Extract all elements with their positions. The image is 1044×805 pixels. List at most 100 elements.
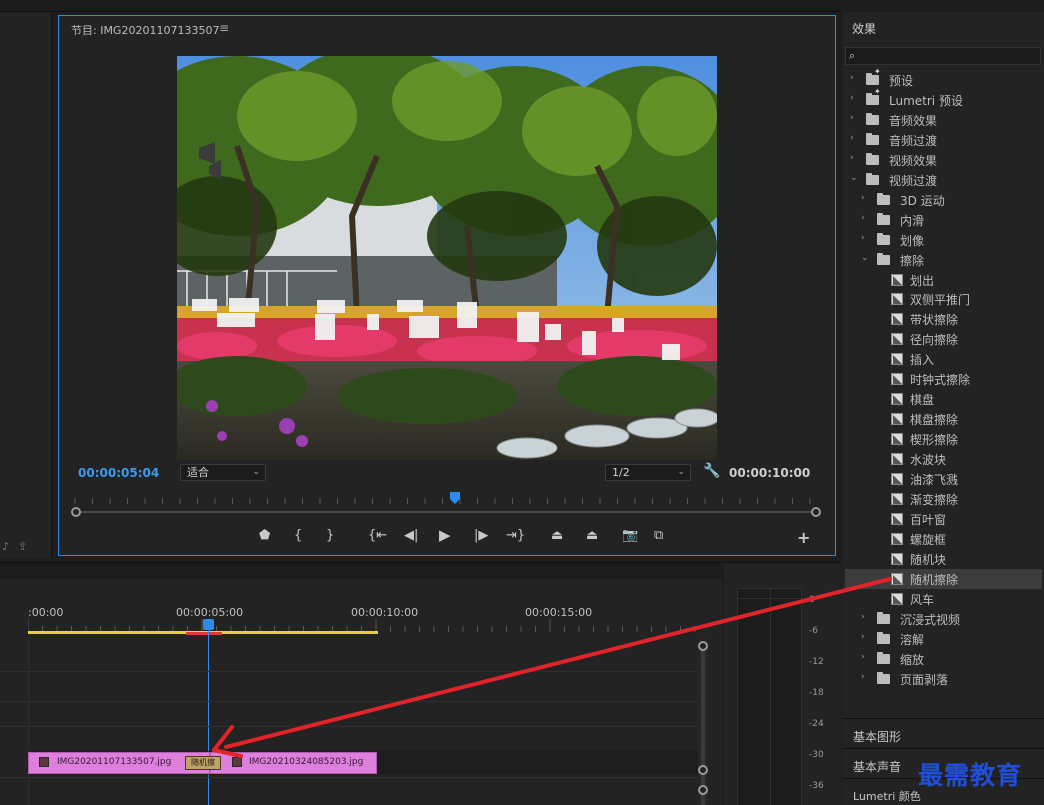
extract-icon[interactable]: ⏏ [586,528,598,543]
effects-tree-item[interactable]: › 音频过渡 [845,130,1042,150]
effects-tree-item[interactable]: 油漆飞溅 [845,469,1042,489]
effects-tree-item[interactable]: › 页面剥落 [845,669,1042,689]
go-to-in-icon[interactable]: {⇤ [368,528,387,543]
monitor-time-ruler[interactable] [71,492,821,506]
current-timecode[interactable]: 00:00:05:04 [78,466,159,480]
chevron-down-icon[interactable]: ⌄ [861,253,869,263]
effects-tree-item[interactable]: 双侧平推门 [845,289,1042,309]
wrench-icon[interactable]: 🔧 [703,463,720,479]
effects-tree-item[interactable]: › 溶解 [845,629,1042,649]
chevron-right-icon[interactable]: › [861,672,865,682]
video-frame-image [177,56,717,460]
effects-tree-item[interactable]: 带状擦除 [845,309,1042,329]
timeline-clip[interactable]: IMG20201107133507.jpg [28,752,210,774]
effects-tree-item[interactable]: › 缩放 [845,649,1042,669]
chevron-right-icon[interactable]: › [861,213,865,223]
fit-select-value: 适合 [187,466,209,479]
timeline-clip[interactable]: IMG20210324085203.jpg [210,752,377,774]
transition-icon [891,393,903,406]
effects-tree-item[interactable]: 随机擦除 [845,568,1042,589]
monitor-playhead[interactable] [450,492,460,504]
timeline-timecode-10: 00:00:10:00 [351,606,419,619]
effects-tree-item[interactable]: 水波块 [845,449,1042,469]
step-forward-icon[interactable]: |▶ [474,528,488,543]
effects-tree-item-label: 楔形擦除 [910,433,959,448]
mark-in-icon[interactable]: { [294,528,302,543]
camera-icon[interactable]: 📷 [622,528,638,543]
effects-panel-title[interactable]: 效果 [852,20,876,37]
scrollbar-handle[interactable] [698,765,708,775]
chevron-right-icon[interactable]: › [861,233,865,243]
effects-tree-item[interactable]: 棋盘 [845,389,1042,409]
chevron-right-icon[interactable]: › [861,652,865,662]
step-back-icon[interactable]: ◀| [404,528,418,543]
chevron-right-icon[interactable]: › [861,612,865,622]
effects-tree-item-label: 划出 [910,273,935,288]
scrollbar-top-handle[interactable] [698,641,708,651]
effects-tree-item[interactable]: 随机块 [845,549,1042,569]
effects-tree-item[interactable]: › 沉浸式视频 [845,609,1042,629]
fit-select[interactable]: 适合 ⌄ [180,464,266,481]
preset-folder-icon [866,67,881,85]
compare-view-icon[interactable]: ⧉ [654,528,663,543]
chevron-right-icon[interactable]: › [850,153,854,163]
chevron-down-icon: ⌄ [677,467,685,477]
scrub-end-handle[interactable] [811,507,821,517]
effects-tree-item[interactable]: 棋盘擦除 [845,409,1042,429]
effects-tree-item[interactable]: 螺旋框 [845,529,1042,549]
top-panel-strip [53,0,840,12]
effects-tree-item[interactable]: 风车 [845,589,1042,609]
monitor-title: 节目: IMG20201107133507 [71,24,220,37]
effects-tree-item[interactable]: › 划像 [845,230,1042,250]
effects-search-input[interactable]: ⌕ [845,47,1041,65]
play-icon[interactable]: ▶ [439,526,451,544]
lift-icon[interactable]: ⏏ [551,528,563,543]
timeline-header-bar [0,563,722,579]
effects-tree-item[interactable]: › 内滑 [845,210,1042,230]
audio-icon[interactable]: ♪ [2,540,9,553]
effects-tree-item[interactable]: ⌄ 擦除 [845,250,1042,270]
chevron-right-icon[interactable]: › [850,113,854,123]
timeline-vertical-scrollbar[interactable] [698,639,708,805]
chevron-right-icon[interactable]: › [861,193,865,203]
monitor-scrub-bar[interactable] [73,511,817,513]
tab-basic-sound-label: 基本声音 [853,760,902,774]
transition-random-wipe[interactable]: 随机擦 [185,756,221,770]
effects-tree-item[interactable]: 百叶窗 [845,509,1042,529]
transition-icon [891,353,903,366]
effects-tree-item-label: 棋盘 [910,393,935,408]
chevron-right-icon[interactable]: › [850,133,854,143]
effects-tree-item[interactable]: › Lumetri 预设 [845,87,1042,110]
audio-meter [737,588,803,805]
effects-tree-item[interactable]: 楔形擦除 [845,429,1042,449]
effects-tree-item[interactable]: 划出 [845,270,1042,290]
scrub-start-handle[interactable] [71,507,81,517]
go-to-out-icon[interactable]: ⇥} [506,528,525,543]
mark-out-icon[interactable]: } [326,528,334,543]
meter-db-label: -18 [809,688,824,698]
effects-tree-item[interactable]: ⌄ 视频过渡 [845,170,1042,190]
effects-tree-item[interactable]: › 3D 运动 [845,190,1042,210]
scrollbar-bottom-handle[interactable] [698,785,708,795]
effects-tree-item[interactable]: 插入 [845,349,1042,369]
clip-name: IMG20210324085203.jpg [249,757,364,767]
folder-icon [866,172,879,185]
effects-tree-item[interactable]: 径向擦除 [845,329,1042,349]
export-icon[interactable]: ⇪ [18,540,27,553]
chevron-right-icon[interactable]: › [850,93,854,103]
tab-basic-graphics-label: 基本图形 [853,730,902,744]
effects-tree-item[interactable]: 时钟式擦除 [845,369,1042,389]
panel-menu-icon[interactable]: ≡ [219,21,229,35]
chevron-right-icon[interactable]: › [861,632,865,642]
effects-tree-item[interactable]: › 音频效果 [845,110,1042,130]
chevron-down-icon[interactable]: ⌄ [850,173,858,183]
chevron-right-icon[interactable]: › [850,73,854,83]
add-marker-icon[interactable]: ⬟ [259,528,270,543]
folder-icon [877,671,890,684]
effects-tree-item[interactable]: › 视频效果 [845,150,1042,170]
resolution-select[interactable]: 1/2 ⌄ [605,464,691,481]
tab-basic-graphics[interactable]: 基本图形 [842,718,1044,748]
effects-tree-item-label: 插入 [910,353,935,368]
button-editor-add-icon[interactable]: + [797,528,810,547]
effects-tree-item[interactable]: 渐变擦除 [845,489,1042,509]
